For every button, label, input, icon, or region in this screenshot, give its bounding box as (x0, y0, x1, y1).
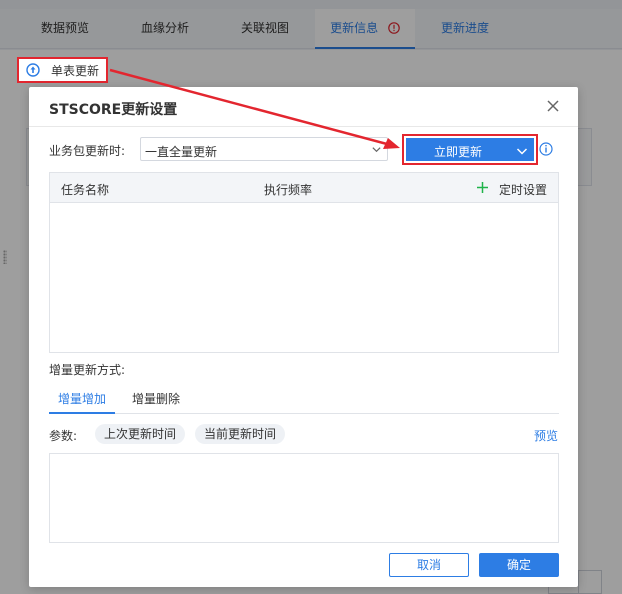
preview-link[interactable]: 预览 (534, 427, 558, 444)
incremental-tabs: 增量增加 增量删除 (49, 390, 559, 414)
tab-incremental-delete[interactable]: 增量删除 (123, 390, 189, 414)
info-icon[interactable] (539, 142, 553, 156)
incremental-label: 增量更新方式: (49, 363, 126, 377)
confirm-button[interactable]: 确定 (479, 553, 559, 577)
params-label: 参数: (49, 429, 78, 443)
single-update-label: 单表更新 (51, 63, 100, 78)
param-chip-current-update[interactable]: 当前更新时间 (195, 424, 286, 444)
sql-textarea[interactable] (49, 453, 559, 543)
drag-handle-icon[interactable] (3, 250, 7, 264)
close-icon[interactable] (546, 99, 560, 113)
dialog-title: STSCORE更新设置 (49, 102, 178, 118)
tab-incremental-add[interactable]: 增量增加 (49, 390, 116, 414)
param-chip-last-update[interactable]: 上次更新时间 (95, 424, 186, 444)
task-table-header: 任务名称 执行频率 定时设置 (50, 173, 558, 203)
package-update-value: 一直全量更新 (145, 145, 218, 159)
update-now-inner: 立即更新 (406, 138, 534, 161)
header-divider (29, 126, 578, 127)
update-now-button[interactable]: 立即更新 (402, 134, 538, 165)
cancel-button[interactable]: 取消 (389, 553, 469, 577)
plus-icon[interactable] (476, 181, 489, 194)
package-update-label: 业务包更新时: (49, 144, 126, 158)
update-now-label: 立即更新 (433, 145, 482, 159)
task-table: 任务名称 执行频率 定时设置 (49, 172, 559, 353)
col-task-name: 任务名称 (61, 183, 110, 197)
single-update-button[interactable]: 单表更新 (17, 57, 108, 83)
schedule-settings-link[interactable]: 定时设置 (499, 181, 547, 198)
update-settings-dialog: STSCORE更新设置 业务包更新时: 一直全量更新 立即更新 任务名称 执行频… (29, 87, 578, 587)
chevron-down-icon (372, 147, 381, 153)
package-update-select[interactable]: 一直全量更新 (140, 137, 388, 161)
chevron-down-icon[interactable] (516, 145, 528, 157)
refresh-icon (26, 63, 40, 77)
col-frequency: 执行频率 (264, 183, 313, 197)
